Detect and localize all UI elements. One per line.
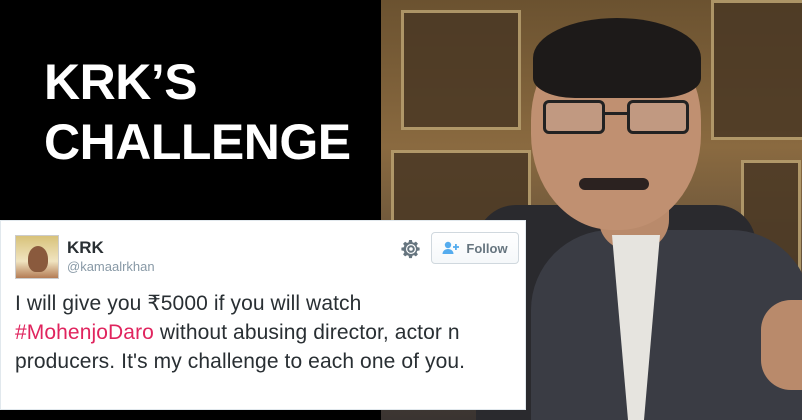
gear-icon[interactable]: [399, 237, 423, 261]
tweet-display-name[interactable]: KRK: [67, 238, 104, 258]
follow-user-icon: [442, 241, 460, 254]
mustache: [579, 178, 649, 190]
glasses-lens: [627, 100, 689, 134]
glasses-bridge: [603, 112, 629, 115]
headline-line-1: KRK’S: [44, 54, 198, 110]
follow-label: Follow: [466, 240, 508, 256]
hair: [533, 18, 701, 98]
glasses: [543, 100, 693, 138]
hashtag-link[interactable]: #MohenjoDaro: [15, 321, 154, 344]
tweet-text: I will give you ₹5000 if you will watch #…: [15, 289, 520, 376]
headline-line-2: CHALLENGE: [44, 114, 351, 170]
wall-frame: [711, 0, 802, 140]
tweet-text-part-1: I will give you ₹5000 if you will watch: [15, 292, 362, 315]
wall-frame: [401, 10, 521, 130]
follow-button[interactable]: Follow: [431, 232, 519, 264]
headline: KRK’S CHALLENGE: [44, 52, 374, 172]
tweet-card: KRK @kamaalrkhan Follow I will give you …: [0, 220, 526, 410]
glasses-lens: [543, 100, 605, 134]
avatar[interactable]: [15, 235, 59, 279]
tweet-handle[interactable]: @kamaalrkhan: [67, 259, 155, 274]
hand: [761, 300, 802, 390]
